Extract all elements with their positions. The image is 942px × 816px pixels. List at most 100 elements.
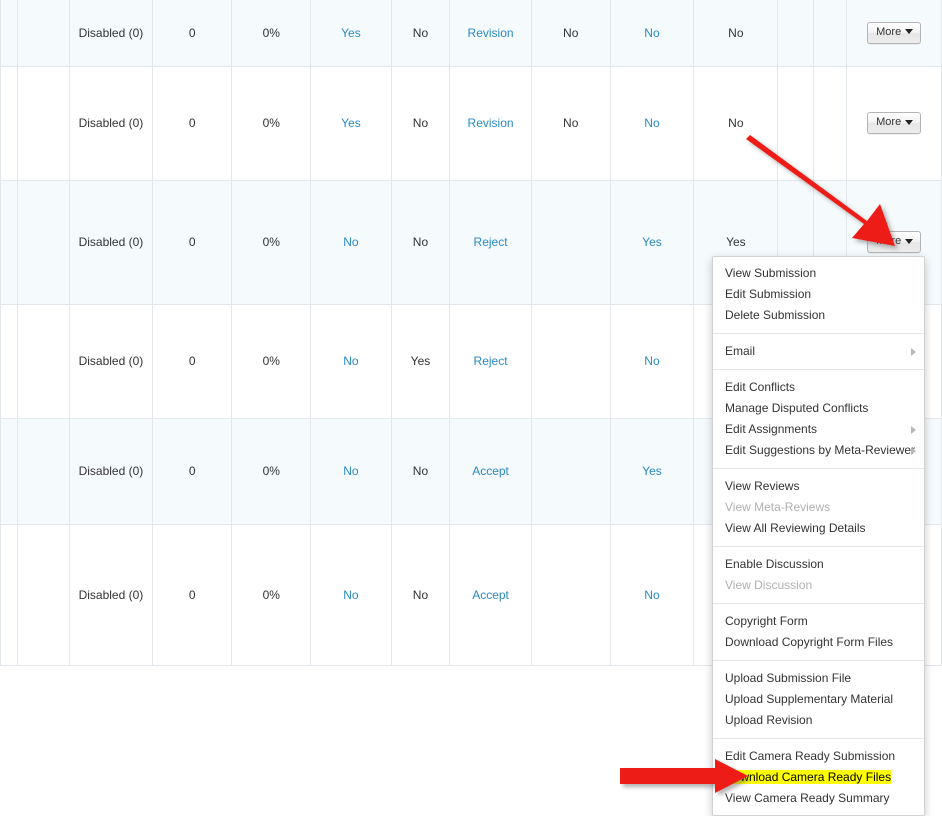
row-index-cell <box>17 180 71 305</box>
decision-cell-link[interactable]: Accept <box>472 588 509 602</box>
menu-item-view-reviews[interactable]: View Reviews <box>713 476 924 497</box>
percent-cell: 0% <box>231 180 312 305</box>
menu-item-label: Edit Camera Ready Submission <box>725 749 896 763</box>
link-d-cell[interactable]: No <box>610 0 695 67</box>
more-button[interactable]: More <box>867 231 922 253</box>
menu-item-view-camera-ready-summary[interactable]: View Camera Ready Summary <box>713 788 924 809</box>
spacer-cell-2 <box>813 0 848 67</box>
menu-item-enable-discussion[interactable]: Enable Discussion <box>713 554 924 575</box>
link-a-cell[interactable]: No <box>310 418 392 525</box>
menu-group: Enable Discussion View Discussion <box>713 554 924 596</box>
link-a-cell[interactable]: Yes <box>310 0 392 67</box>
menu-item-upload-supplementary-material[interactable]: Upload Supplementary Material <box>713 689 924 710</box>
count-cell-value: 0 <box>188 587 196 602</box>
decision-cell-link[interactable]: Revision <box>468 26 514 40</box>
menu-item-edit-conflicts[interactable]: Edit Conflicts <box>713 377 924 398</box>
row-index-cell <box>17 524 71 666</box>
menu-item-edit-assignments[interactable]: Edit Assignments <box>713 419 924 440</box>
decision-cell-link[interactable]: Revision <box>468 116 514 130</box>
menu-item-edit-suggestions-by-meta-reviewer[interactable]: Edit Suggestions by Meta-Reviewer <box>713 440 924 461</box>
link-a-cell[interactable]: No <box>310 180 392 305</box>
percent-cell-value: 0% <box>262 464 280 478</box>
link-d-cell-link[interactable]: Yes <box>642 235 662 249</box>
link-d-cell-link[interactable]: No <box>644 588 659 602</box>
row-select-cell[interactable] <box>0 66 18 181</box>
row-select-cell[interactable] <box>0 418 18 525</box>
link-d-cell-link[interactable]: No <box>644 354 659 368</box>
menu-item-upload-revision[interactable]: Upload Revision <box>713 710 924 731</box>
link-d-cell[interactable]: Yes <box>610 418 695 525</box>
link-a-cell-link[interactable]: Yes <box>341 26 361 40</box>
chevron-right-icon <box>911 347 916 356</box>
percent-cell: 0% <box>231 524 312 666</box>
link-a-cell-link[interactable]: Yes <box>341 116 361 130</box>
spacer-cell-2 <box>813 66 848 181</box>
menu-item-delete-submission[interactable]: Delete Submission <box>713 305 924 326</box>
decision-cell-link[interactable]: Accept <box>472 464 509 478</box>
menu-item-email[interactable]: Email <box>713 341 924 362</box>
percent-cell-value: 0% <box>262 25 280 40</box>
decision-cell[interactable]: Accept <box>449 418 532 525</box>
row-select-cell[interactable] <box>0 0 18 67</box>
link-a-cell-link[interactable]: No <box>343 588 358 602</box>
review-status-cell: Disabled (0) <box>69 304 153 419</box>
link-a-cell[interactable]: Yes <box>310 66 392 181</box>
menu-item-view-submission[interactable]: View Submission <box>713 263 924 284</box>
menu-item-edit-camera-ready-submission[interactable]: Edit Camera Ready Submission <box>713 746 924 767</box>
plain-c-cell <box>531 304 611 419</box>
menu-item-label: Edit Suggestions by Meta-Reviewer <box>725 443 916 457</box>
link-a-cell-link[interactable]: No <box>343 464 358 478</box>
decision-cell[interactable]: Revision <box>449 66 532 181</box>
menu-item-label: Edit Submission <box>725 287 812 301</box>
chevron-down-icon <box>905 29 914 35</box>
menu-separator <box>713 333 924 334</box>
review-status-cell-value: Disabled (0) <box>78 587 144 602</box>
menu-item-upload-submission-file[interactable]: Upload Submission File <box>713 668 924 689</box>
decision-cell[interactable]: Accept <box>449 524 532 666</box>
decision-cell[interactable]: Revision <box>449 0 532 67</box>
link-a-cell-link[interactable]: No <box>343 235 358 249</box>
row-index-cell <box>17 0 71 67</box>
more-button[interactable]: More <box>867 112 922 134</box>
plain-b-cell-value: No <box>412 116 429 130</box>
row-select-cell[interactable] <box>0 180 18 305</box>
link-d-cell-link[interactable]: No <box>644 116 659 130</box>
link-d-cell-link[interactable]: No <box>644 26 659 40</box>
more-button[interactable]: More <box>867 21 922 44</box>
link-a-cell[interactable]: No <box>310 524 392 666</box>
percent-cell-value: 0% <box>262 587 280 602</box>
review-status-cell-value: Disabled (0) <box>78 25 144 40</box>
spacer-cell-1 <box>777 0 815 67</box>
percent-cell: 0% <box>231 304 312 419</box>
link-d-cell[interactable]: Yes <box>610 180 695 305</box>
percent-cell-value: 0% <box>262 235 280 249</box>
more-actions-dropdown-menu[interactable]: View Submission Edit Submission Delete Sub… <box>712 256 925 816</box>
row-select-cell[interactable] <box>0 524 18 666</box>
link-a-cell[interactable]: No <box>310 304 392 419</box>
menu-item-label: Upload Submission File <box>725 671 852 685</box>
menu-group: Email <box>713 341 924 362</box>
menu-item-view-meta-reviews: View Meta-Reviews <box>713 497 924 518</box>
menu-item-manage-disputed-conflicts[interactable]: Manage Disputed Conflicts <box>713 398 924 419</box>
plain-b-cell: No <box>391 66 451 181</box>
percent-cell-value: 0% <box>262 354 280 368</box>
percent-cell: 0% <box>231 418 312 525</box>
row-select-cell[interactable] <box>0 304 18 419</box>
link-a-cell-link[interactable]: No <box>343 354 358 368</box>
menu-item-edit-submission[interactable]: Edit Submission <box>713 284 924 305</box>
decision-cell[interactable]: Reject <box>449 180 532 305</box>
menu-item-download-copyright-form-files[interactable]: Download Copyright Form Files <box>713 632 924 653</box>
menu-item-download-camera-ready-files[interactable]: Download Camera Ready Files <box>713 767 924 788</box>
link-d-cell[interactable]: No <box>610 524 695 666</box>
menu-item-copyright-form[interactable]: Copyright Form <box>713 611 924 632</box>
link-d-cell[interactable]: No <box>610 66 695 181</box>
decision-cell-link[interactable]: Reject <box>474 354 508 368</box>
menu-item-view-all-reviewing-details[interactable]: View All Reviewing Details <box>713 518 924 539</box>
link-d-cell[interactable]: No <box>610 304 695 419</box>
menu-separator <box>713 546 924 547</box>
more-button-label: More <box>876 116 902 128</box>
menu-group: View Submission Edit Submission Delete Sub… <box>713 263 924 326</box>
link-d-cell-link[interactable]: Yes <box>642 464 662 478</box>
decision-cell[interactable]: Reject <box>449 304 532 419</box>
decision-cell-link[interactable]: Reject <box>474 235 508 249</box>
